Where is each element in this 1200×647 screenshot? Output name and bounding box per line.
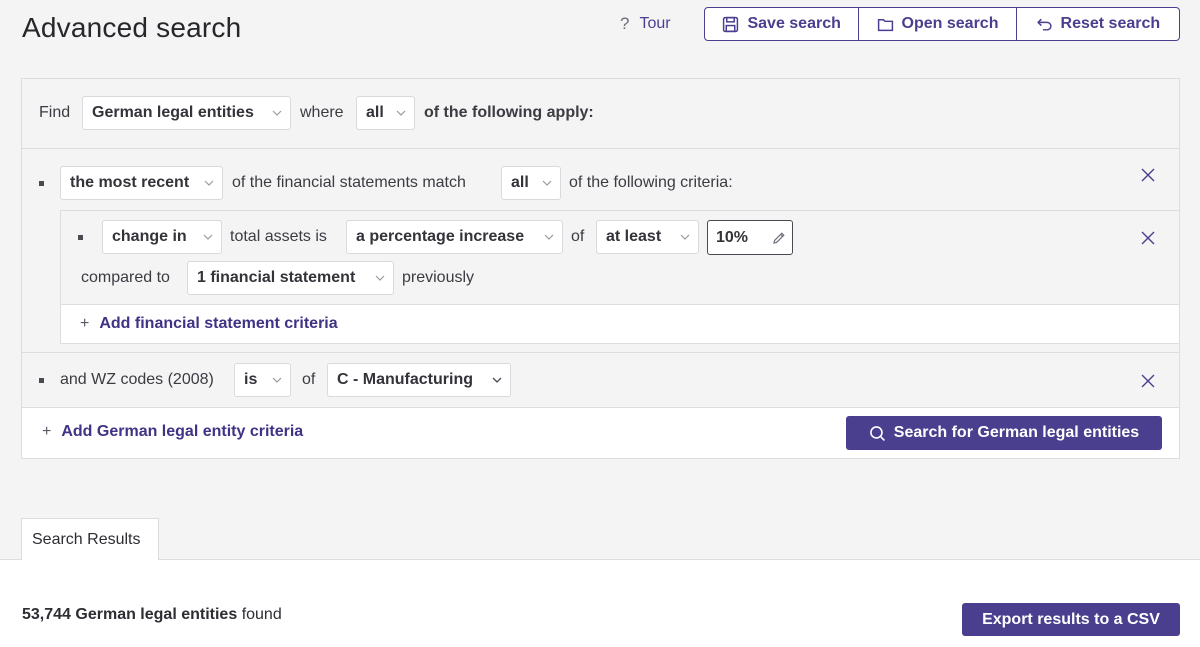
- percentage-value: 10%: [716, 228, 749, 246]
- wz-of-label: of: [302, 371, 316, 388]
- chevron-down-icon: [680, 234, 690, 240]
- save-search-button[interactable]: Save search: [705, 8, 860, 40]
- search-icon: [869, 425, 885, 441]
- help-icon: ?: [620, 14, 630, 33]
- close-icon: [1141, 374, 1155, 388]
- comparison-period-value: 1 financial statement: [197, 269, 356, 286]
- open-search-label: Open search: [901, 15, 999, 32]
- search-actions-group: Save search Open search Reset search: [704, 7, 1180, 41]
- wz-code-select[interactable]: C - Manufacturing: [327, 363, 511, 397]
- chevron-down-icon: [272, 110, 282, 116]
- tab-search-results-label: Search Results: [32, 530, 141, 548]
- comparator-value: at least: [606, 228, 662, 245]
- folder-icon: [877, 18, 893, 31]
- chevron-down-icon: [375, 275, 385, 281]
- remove-group-button[interactable]: [1141, 168, 1155, 182]
- save-search-label: Save search: [747, 15, 841, 32]
- bullet: [78, 235, 83, 240]
- find-row: Find German legal entities where all of …: [22, 79, 1179, 149]
- financial-criterion-row: change in total assets is a percentage i…: [61, 211, 1179, 305]
- previously-label: previously: [402, 269, 475, 286]
- add-entity-criteria-label: Add German legal entity criteria: [61, 423, 304, 440]
- bullet: [39, 181, 44, 186]
- export-csv-label: Export results to a CSV: [982, 610, 1160, 628]
- chevron-down-icon: [204, 180, 214, 186]
- find-suffix-label: of the following apply:: [424, 104, 594, 121]
- wz-operator-select[interactable]: is: [234, 363, 291, 397]
- add-entity-criteria-link[interactable]: + Add German legal entity criteria: [42, 423, 303, 441]
- page-title: Advanced search: [22, 12, 242, 43]
- pencil-icon: [773, 232, 785, 244]
- wz-codes-label: and WZ codes (2008): [60, 371, 214, 388]
- search-entities-label: Search for German legal entities: [893, 424, 1140, 441]
- close-icon: [1141, 231, 1155, 245]
- undo-icon: [1036, 18, 1052, 31]
- entity-type-select[interactable]: German legal entities: [82, 96, 291, 130]
- close-icon: [1141, 168, 1155, 182]
- statements-match-label: of the financial statements match: [232, 174, 466, 191]
- results-area: 53,744 German legal entities found Expor…: [0, 559, 1200, 647]
- add-financial-criteria-label: Add financial statement criteria: [99, 315, 338, 332]
- chevron-down-icon: [396, 110, 406, 116]
- financial-statement-group: the most recent of the financial stateme…: [22, 149, 1180, 353]
- wz-operator-value: is: [244, 371, 258, 388]
- results-count-text: 53,744 German legal entities found: [22, 606, 282, 624]
- chevron-down-icon: [492, 377, 502, 383]
- find-label: Find: [39, 104, 71, 121]
- field-label: total assets is: [230, 228, 327, 245]
- reset-search-label: Reset search: [1060, 15, 1161, 32]
- change-type-select[interactable]: a percentage increase: [346, 220, 563, 254]
- where-label: where: [300, 104, 344, 121]
- plus-icon: +: [80, 315, 90, 332]
- comparator-select[interactable]: at least: [596, 220, 699, 254]
- tour-label: Tour: [639, 15, 671, 32]
- tour-link[interactable]: ? Tour: [620, 14, 671, 34]
- change-type-value: a percentage increase: [356, 228, 525, 245]
- statement-selector-select[interactable]: the most recent: [60, 166, 223, 200]
- criteria-quantifier-select[interactable]: all: [501, 166, 561, 200]
- chevron-down-icon: [272, 377, 282, 383]
- financial-criteria-box: change in total assets is a percentage i…: [60, 210, 1180, 344]
- plus-icon: +: [42, 423, 52, 440]
- chevron-down-icon: [203, 234, 213, 240]
- bullet: [39, 378, 44, 383]
- of-label: of: [571, 228, 585, 245]
- export-csv-button[interactable]: Export results to a CSV: [962, 603, 1180, 636]
- wz-code-criterion-row: and WZ codes (2008) is of C - Manufactur…: [22, 353, 1179, 408]
- results-found-label: found: [241, 606, 282, 623]
- reset-search-button[interactable]: Reset search: [1017, 8, 1179, 40]
- find-quantifier-value: all: [366, 104, 384, 121]
- statement-selector-value: the most recent: [70, 174, 190, 191]
- chevron-down-icon: [544, 234, 554, 240]
- search-entities-button[interactable]: Search for German legal entities: [846, 416, 1162, 450]
- percentage-value-input[interactable]: 10%: [707, 220, 793, 255]
- remove-criterion-button[interactable]: [1141, 231, 1155, 245]
- open-search-button[interactable]: Open search: [859, 8, 1017, 40]
- chevron-down-icon: [542, 180, 552, 186]
- entity-type-value: German legal entities: [92, 104, 254, 121]
- change-mode-value: change in: [112, 228, 187, 245]
- wz-code-value: C - Manufacturing: [337, 371, 473, 388]
- compared-to-label: compared to: [81, 269, 170, 286]
- save-icon: [723, 16, 739, 32]
- find-quantifier-select[interactable]: all: [356, 96, 415, 130]
- tab-search-results[interactable]: Search Results: [21, 518, 159, 560]
- remove-wz-criterion-button[interactable]: [1141, 374, 1155, 388]
- add-financial-criteria-link[interactable]: + Add financial statement criteria: [80, 315, 338, 333]
- results-count: 53,744: [22, 606, 71, 623]
- query-builder-panel: Find German legal entities where all of …: [21, 78, 1180, 459]
- change-mode-select[interactable]: change in: [102, 220, 222, 254]
- following-criteria-label: of the following criteria:: [569, 174, 733, 191]
- comparison-period-select[interactable]: 1 financial statement: [187, 261, 394, 295]
- results-entity-label: German legal entities: [75, 606, 238, 623]
- criteria-quantifier-value: all: [511, 174, 529, 191]
